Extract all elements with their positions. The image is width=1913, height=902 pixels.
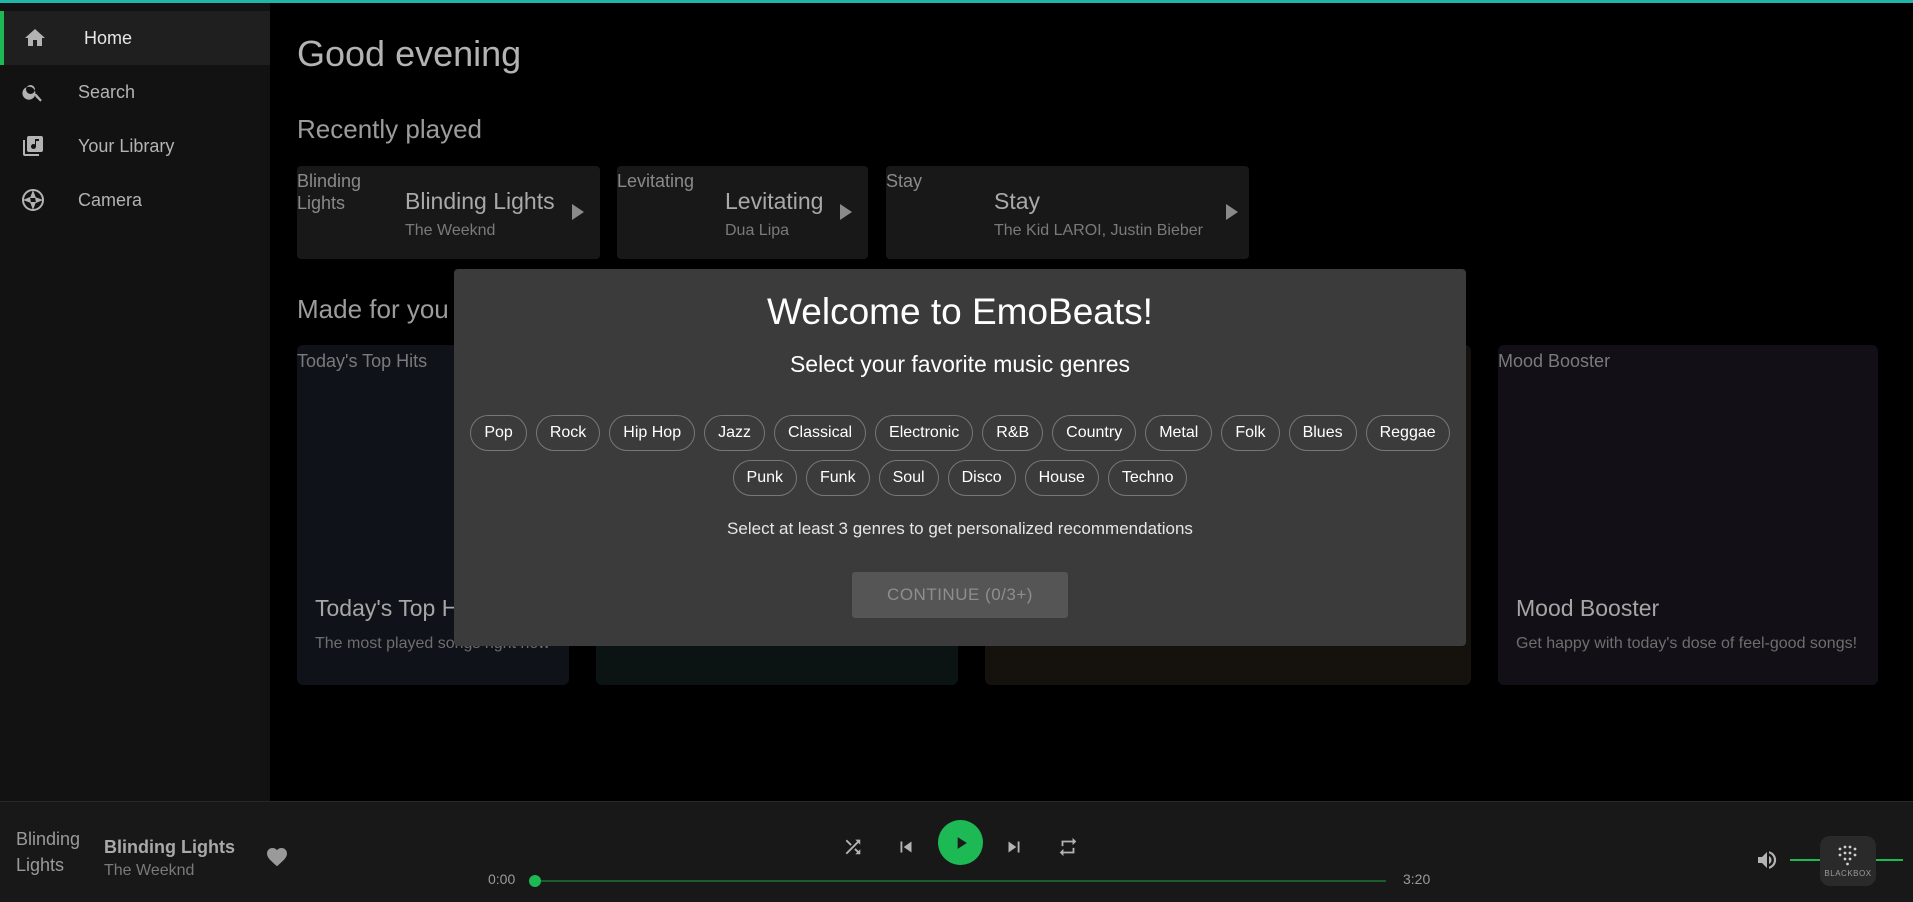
cover-image: Stay — [886, 171, 923, 191]
library-icon — [20, 133, 46, 159]
recent-card-title: Levitating — [725, 188, 824, 214]
play-icon — [957, 836, 967, 849]
play-icon[interactable] — [572, 204, 584, 220]
blackbox-label: BLACKBOX — [1824, 869, 1872, 878]
shuffle-icon[interactable] — [838, 832, 868, 862]
blackbox-badge[interactable]: BLACKBOX — [1820, 836, 1876, 886]
continue-button[interactable]: CONTINUE (0/3+) — [852, 572, 1068, 618]
genre-chip-folk[interactable]: Folk — [1221, 415, 1280, 451]
play-icon[interactable] — [1226, 204, 1238, 220]
made-for-you-heading: Made for you — [297, 294, 449, 324]
heart-icon[interactable] — [264, 845, 290, 869]
previous-track-icon[interactable] — [891, 832, 921, 862]
genre-chip-blues[interactable]: Blues — [1288, 415, 1357, 451]
genre-chip-techno[interactable]: Techno — [1107, 460, 1188, 496]
genre-selection-hint: Select at least 3 genres to get personal… — [727, 519, 1193, 538]
now-playing-title: Blinding Lights — [104, 837, 235, 857]
genre-chip-row-2: Punk Funk Soul Disco House Techno — [454, 460, 1466, 496]
sidebar-item-label: Your Library — [78, 135, 175, 156]
playlist-card-mood-booster[interactable]: Mood Booster Mood Booster Get happy with… — [1498, 345, 1878, 685]
modal-subtitle: Select your favorite music genres — [789, 351, 1131, 377]
current-time: 0:00 — [488, 871, 516, 887]
recent-card-artist: Dua Lipa — [725, 222, 790, 239]
play-icon[interactable] — [840, 204, 852, 220]
genre-chip-disco[interactable]: Disco — [947, 460, 1016, 496]
welcome-modal: Welcome to EmoBeats! Select your favorit… — [454, 269, 1466, 646]
page-title: Good evening — [297, 33, 522, 74]
progress-bar[interactable] — [535, 880, 1386, 882]
genre-chip-jazz[interactable]: Jazz — [704, 415, 765, 451]
now-playing-cover: Blinding Lights — [16, 829, 81, 875]
genre-chip-reggae[interactable]: Reggae — [1365, 415, 1450, 451]
sidebar-item-camera[interactable]: Camera — [0, 173, 270, 227]
genre-chip-rock[interactable]: Rock — [535, 415, 601, 451]
genre-chip-house[interactable]: House — [1024, 460, 1099, 496]
genre-chip-hip-hop[interactable]: Hip Hop — [609, 415, 696, 451]
search-icon — [20, 79, 46, 105]
sidebar-item-label: Home — [84, 27, 133, 48]
genre-chip-metal[interactable]: Metal — [1145, 415, 1213, 451]
genre-chip-funk[interactable]: Funk — [806, 460, 870, 496]
recent-card-title: Stay — [994, 188, 1041, 214]
sidebar: Home Search Your Library Camera — [0, 3, 270, 801]
sidebar-item-home[interactable]: Home — [0, 11, 270, 65]
cover-image: Mood Booster — [1498, 351, 1611, 371]
home-icon — [22, 25, 48, 51]
cover-image: Levitating — [617, 171, 695, 191]
recent-card-artist: The Kid LAROI, Justin Bieber — [994, 222, 1203, 239]
recent-card-title: Blinding Lights — [405, 188, 555, 214]
track-duration: 3:20 — [1403, 871, 1431, 887]
camera-icon — [20, 187, 46, 213]
genre-chip-row-1: Pop Rock Hip Hop Jazz Classical Electron… — [454, 415, 1466, 451]
volume-icon[interactable] — [1754, 848, 1780, 872]
sidebar-item-label: Camera — [78, 189, 143, 210]
recent-card-levitating[interactable]: Levitating Levitating Dua Lipa — [617, 166, 868, 259]
recently-played-heading: Recently played — [297, 114, 482, 144]
play-button[interactable] — [938, 820, 983, 865]
cover-image: Today's Top Hits — [297, 351, 428, 371]
genre-chip-electronic[interactable]: Electronic — [875, 415, 974, 451]
playlist-title: Mood Booster — [1516, 595, 1660, 621]
genre-chip-pop[interactable]: Pop — [470, 415, 527, 451]
player-bar: Blinding Lights Blinding Lights The Week… — [0, 801, 1913, 902]
genre-chip-country[interactable]: Country — [1052, 415, 1137, 451]
recent-card-stay[interactable]: Stay Stay The Kid LAROI, Justin Bieber — [886, 166, 1249, 259]
blackbox-logo-icon — [1838, 845, 1857, 866]
genre-chip-soul[interactable]: Soul — [878, 460, 939, 496]
genre-chip-classical[interactable]: Classical — [774, 415, 867, 451]
genre-chip-punk[interactable]: Punk — [732, 460, 797, 496]
playlist-description: Get happy with today's dose of feel-good… — [1516, 635, 1858, 652]
recent-card-artist: The Weeknd — [405, 222, 496, 239]
cover-image: Blinding Lights — [297, 171, 362, 213]
sidebar-item-label: Search — [78, 81, 136, 102]
next-track-icon[interactable] — [999, 832, 1029, 862]
recent-card-blinding-lights[interactable]: Blinding Lights Blinding Lights The Week… — [297, 166, 600, 259]
progress-handle[interactable] — [529, 875, 541, 887]
modal-title: Welcome to EmoBeats! — [767, 291, 1153, 332]
now-playing-artist: The Weeknd — [104, 862, 195, 879]
sidebar-item-library[interactable]: Your Library — [0, 119, 270, 173]
genre-chip-rnb[interactable]: R&B — [982, 415, 1044, 451]
sidebar-item-search[interactable]: Search — [0, 65, 270, 119]
repeat-icon[interactable] — [1053, 832, 1083, 862]
